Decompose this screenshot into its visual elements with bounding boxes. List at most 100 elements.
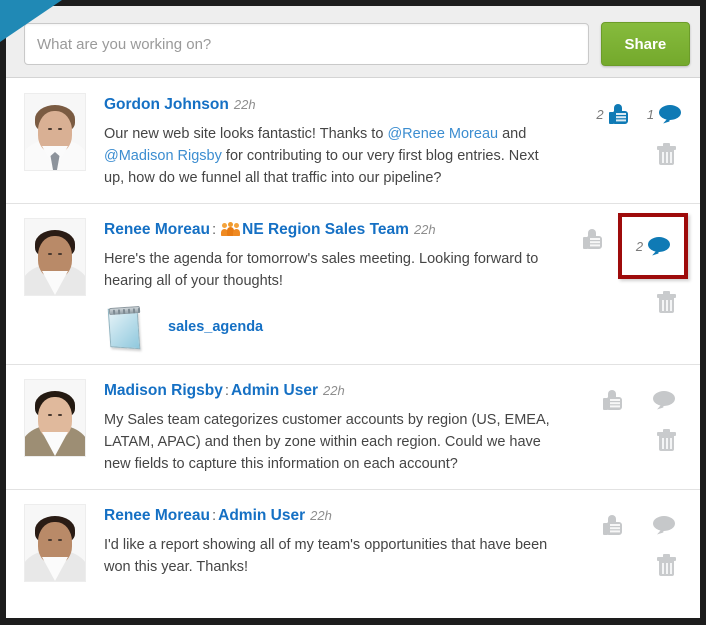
notepad-ring [122, 308, 126, 315]
attachment-name-link[interactable]: sales_agenda [168, 319, 263, 335]
post-header: Madison Rigsby: Admin User 22h [104, 381, 560, 401]
post-text-fragment: My Sales team categorizes customer accou… [104, 412, 550, 472]
avatar-eye-left [48, 539, 52, 541]
mention-link[interactable]: @Madison Rigsby [104, 148, 222, 164]
thumbs-up-icon [608, 104, 628, 124]
post-text: My Sales team categorizes customer accou… [104, 409, 560, 475]
avatar-eye-right [58, 253, 62, 255]
post-author-link[interactable]: Renee Moreau [104, 507, 210, 524]
thumb-pad-part [586, 236, 602, 249]
post-text-fragment: and [498, 126, 527, 142]
like-count: 2 [596, 106, 604, 122]
delete-post-icon[interactable] [657, 143, 676, 165]
post-target-link[interactable]: Admin User [218, 507, 305, 524]
notepad-ring [117, 309, 121, 315]
thumb-pad-part [612, 111, 628, 124]
post-header: Renee Moreau: NE Region Sales Team 22h [104, 220, 560, 240]
comment-button[interactable] [638, 383, 690, 417]
post-text-fragment: Here's the agenda for tomorrow's sales m… [104, 251, 539, 289]
post-text: I'd like a report showing all of my team… [104, 534, 560, 578]
trash-lid [657, 557, 676, 561]
trash-lid [657, 294, 676, 298]
avatar [24, 93, 86, 171]
post-item: Gordon Johnson 22h Our new web site looks … [6, 79, 700, 204]
window-frame-right [700, 0, 706, 625]
publisher-bar: Share [6, 6, 700, 78]
post-delete-row [560, 143, 690, 165]
comment-bubble-icon [648, 236, 671, 256]
post-separator: : [211, 221, 217, 238]
window-frame-bottom [0, 618, 706, 625]
share-input[interactable] [24, 23, 589, 65]
post-text: Our new web site looks fantastic! Thanks… [104, 123, 560, 189]
post-delete-row [560, 291, 690, 313]
post-item: Renee Moreau: Admin User 22h I'd like a rep… [6, 490, 700, 608]
post-actions [560, 504, 690, 594]
delete-post-icon[interactable] [657, 429, 676, 451]
like-button[interactable] [586, 508, 638, 542]
delete-post-icon[interactable] [657, 291, 676, 313]
post-header: Renee Moreau: Admin User 22h [104, 506, 560, 526]
post-delete-row [560, 429, 690, 451]
comment-count: 1 [646, 106, 655, 122]
post-action-row: 21 [560, 93, 690, 131]
post-author-link[interactable]: Madison Rigsby [104, 382, 223, 399]
avatar-eye-right [58, 128, 62, 130]
post-actions: 21 [560, 93, 690, 189]
publisher-inner: Share [24, 22, 690, 66]
post-author-link[interactable]: Renee Moreau [104, 221, 210, 238]
comment-button[interactable] [638, 508, 690, 542]
post-attachment: sales_agenda [104, 304, 560, 351]
post-delete-row [560, 554, 690, 576]
post-action-row: 2 [560, 213, 690, 279]
post-body: Madison Rigsby: Admin User 22h My Sales tea… [86, 379, 560, 475]
avatar-eye-left [48, 414, 52, 416]
thumbs-up-icon [602, 515, 622, 535]
post-text: Here's the agenda for tomorrow's sales m… [104, 248, 560, 292]
post-feed: Gordon Johnson 22h Our new web site looks … [6, 79, 700, 618]
like-button[interactable]: 2 [586, 97, 638, 131]
post-timestamp: 22h [233, 97, 256, 112]
post-target-link[interactable]: NE Region Sales Team [242, 221, 409, 238]
comment-count: 2 [635, 238, 644, 254]
avatar-eye-right [58, 414, 62, 416]
post-actions [560, 379, 690, 475]
post-target-link[interactable]: Admin User [231, 382, 318, 399]
trash-can [659, 436, 674, 451]
post-header: Gordon Johnson 22h [104, 95, 560, 115]
avatar [24, 218, 86, 296]
trash-can [659, 561, 674, 576]
notepad-ring [112, 309, 116, 315]
bubble-body [653, 390, 675, 406]
trash-can [659, 298, 674, 313]
post-author-link[interactable]: Gordon Johnson [104, 96, 229, 113]
post-item: Madison Rigsby: Admin User 22h My Sales tea… [6, 365, 700, 490]
share-button[interactable]: Share [600, 22, 690, 66]
like-button[interactable] [566, 222, 618, 256]
comment-button[interactable]: 2 [618, 213, 688, 279]
trash-lid [657, 146, 676, 150]
comment-bubble-icon [659, 104, 682, 124]
post-body: Renee Moreau: Admin User 22h I'd like a rep… [86, 504, 560, 594]
delete-post-icon[interactable] [657, 554, 676, 576]
avatar-eye-left [48, 253, 52, 255]
mention-link[interactable]: @Renee Moreau [387, 126, 498, 142]
thumbs-up-icon [602, 390, 622, 410]
trash-can [659, 150, 674, 165]
comment-bubble-icon [653, 390, 675, 410]
bubble-body [659, 104, 682, 120]
post-actions: 2 [560, 213, 690, 350]
thumbs-up-icon [582, 229, 602, 249]
group-body-c [233, 229, 241, 236]
bubble-body [648, 236, 671, 252]
post-separator: : [211, 507, 217, 524]
post-item: Renee Moreau: NE Region Sales Team 22h Here… [6, 204, 700, 365]
comment-button[interactable]: 1 [638, 97, 690, 131]
like-button[interactable] [586, 383, 638, 417]
thumb-pad-part [606, 397, 622, 410]
post-timestamp: 22h [413, 222, 436, 237]
notepad-page [107, 308, 141, 350]
post-body: Gordon Johnson 22h Our new web site looks … [86, 93, 560, 189]
post-action-row [560, 379, 690, 417]
notepad-ring [137, 307, 141, 314]
